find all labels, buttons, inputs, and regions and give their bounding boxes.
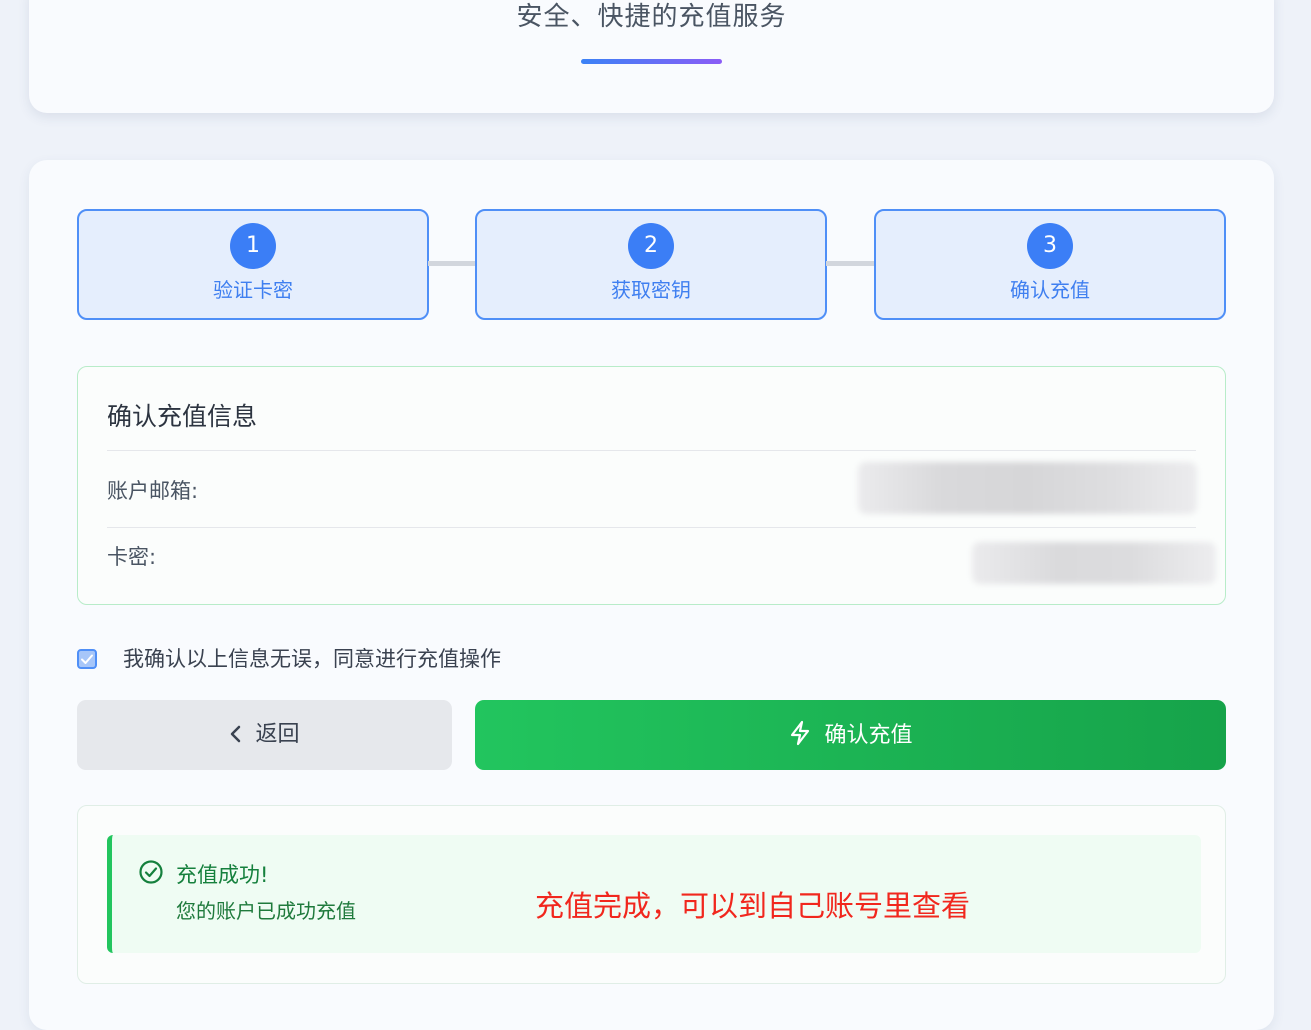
title-underline	[581, 59, 722, 64]
page-subtitle: 安全、快捷的充值服务	[516, 2, 787, 32]
back-button[interactable]: 返回	[77, 700, 452, 770]
step-connector	[428, 261, 478, 266]
header-card: 安全、快捷的充值服务	[29, 0, 1274, 113]
divider	[107, 527, 1196, 528]
email-label: 账户邮箱:	[107, 479, 199, 503]
lightning-icon	[791, 720, 810, 746]
chevron-left-icon	[231, 725, 241, 743]
step-connector	[826, 261, 876, 266]
check-circle-icon	[139, 860, 163, 884]
step-1: 1 验证卡密	[77, 209, 429, 320]
step-3-label: 确认充值	[1010, 278, 1090, 302]
back-button-label: 返回	[255, 722, 300, 747]
check-icon	[81, 654, 93, 664]
email-value-redacted	[858, 462, 1197, 514]
step-3: 3 确认充值	[874, 209, 1226, 320]
divider	[107, 450, 1196, 451]
card-key-label: 卡密:	[107, 545, 157, 569]
confirm-info-panel: 确认充值信息 账户邮箱: 卡密:	[77, 366, 1226, 605]
success-alert: 充值成功! 您的账户已成功充值 充值完成，可以到自己账号里查看	[107, 835, 1201, 953]
result-panel: 充值成功! 您的账户已成功充值 充值完成，可以到自己账号里查看	[77, 805, 1226, 984]
step-1-label: 验证卡密	[213, 278, 293, 302]
main-card: 1 验证卡密 2 获取密钥 3 确认充值 确认充值信息 账户邮箱: 卡密: 我确…	[29, 160, 1274, 1030]
agreement-text[interactable]: 我确认以上信息无误，同意进行充值操作	[123, 645, 501, 673]
step-2-label: 获取密钥	[611, 278, 691, 302]
step-2-number: 2	[628, 223, 674, 269]
info-title: 确认充值信息	[107, 402, 258, 431]
step-3-number: 3	[1027, 223, 1073, 269]
red-annotation-text: 充值完成，可以到自己账号里查看	[535, 889, 971, 923]
success-description: 您的账户已成功充值	[176, 899, 356, 923]
step-1-number: 1	[230, 223, 276, 269]
card-key-value-redacted	[972, 542, 1216, 584]
step-2: 2 获取密钥	[475, 209, 827, 320]
success-title: 充值成功!	[176, 863, 269, 887]
confirm-button-label: 确认充值	[824, 723, 913, 748]
confirm-recharge-button[interactable]: 确认充值	[475, 700, 1226, 770]
agreement-checkbox[interactable]	[77, 649, 97, 669]
